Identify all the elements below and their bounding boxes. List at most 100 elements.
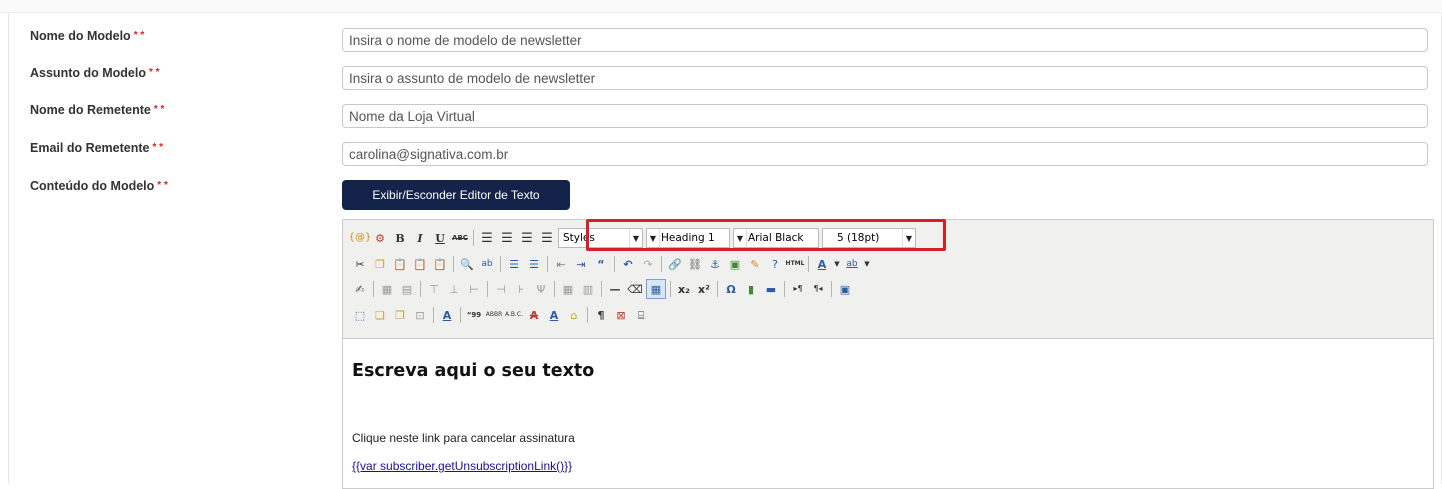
move-backward-icon[interactable]: ❐ xyxy=(391,306,409,324)
find-icon[interactable]: 🔍 xyxy=(458,255,476,273)
delete-row-icon[interactable]: ⊢ xyxy=(465,280,483,298)
align-right-icon[interactable]: ☰ xyxy=(518,229,536,247)
indent-icon[interactable]: ⇥ xyxy=(572,255,590,273)
separator xyxy=(808,256,809,272)
cut-icon[interactable]: ✂ xyxy=(351,255,369,273)
styles-dropdown[interactable]: Styles ▼ xyxy=(558,228,643,248)
insert-col-after-icon[interactable]: ⊦ xyxy=(512,280,530,298)
html-icon[interactable]: HTML xyxy=(786,255,805,273)
visual-aid-icon[interactable]: ▦ xyxy=(646,279,666,299)
unsubscribe-link[interactable]: {{var subscriber.getUnsubscriptionLink()… xyxy=(352,459,572,473)
required-marker: * * xyxy=(152,142,164,153)
cite-icon[interactable]: “99 xyxy=(465,306,483,324)
chevron-down-icon[interactable]: ▼ xyxy=(833,255,841,273)
table-icon[interactable]: ▦ xyxy=(378,280,396,298)
edit-icon[interactable]: ✍ xyxy=(351,280,369,298)
italic-icon[interactable]: I xyxy=(411,229,429,247)
advanced-hr-icon[interactable]: ▬ xyxy=(762,280,780,298)
abbr-icon[interactable]: ABBR xyxy=(485,306,503,324)
insert-layer-icon[interactable]: ⬚ xyxy=(351,306,369,324)
separator xyxy=(473,230,474,246)
editor-toolbar: {@} ⚙ B I U ABC ☰ ☰ ☰ ☰ Styles ▼ Heading … xyxy=(343,220,1433,339)
copy-icon[interactable]: ❐ xyxy=(371,255,389,273)
separator xyxy=(670,281,671,297)
strikethrough-icon[interactable]: ABC xyxy=(451,229,469,247)
toolbar-row-1: {@} ⚙ B I U ABC ☰ ☰ ☰ ☰ Styles ▼ Heading … xyxy=(349,227,919,249)
separator xyxy=(784,281,785,297)
label-sender-email: Email do Remetente * * xyxy=(30,141,164,155)
paste-text-icon[interactable]: 📋 xyxy=(411,255,429,273)
separator xyxy=(831,281,832,297)
required-marker: * * xyxy=(148,67,160,78)
remove-format-icon[interactable]: ⌫ xyxy=(626,280,644,298)
insert-col-before-icon[interactable]: ⊣ xyxy=(492,280,510,298)
delete-text-icon[interactable]: A xyxy=(525,306,543,324)
attributes-icon[interactable]: ⌂ xyxy=(565,306,583,324)
text-color-icon[interactable]: A xyxy=(813,255,831,273)
widget-icon[interactable]: ⚙ xyxy=(371,229,389,247)
background-color-icon[interactable]: ab xyxy=(843,255,861,273)
help-icon[interactable]: ? xyxy=(766,255,784,273)
absolute-icon[interactable]: ⊡ xyxy=(411,306,429,324)
separator xyxy=(587,307,588,323)
merge-cells-icon[interactable]: ▥ xyxy=(579,280,597,298)
content-paragraph: Clique neste link para cancelar assinatu… xyxy=(352,431,575,445)
bullet-list-icon[interactable]: ☰ xyxy=(505,255,523,273)
subscript-icon[interactable]: x₂ xyxy=(675,280,693,298)
blockquote-icon[interactable]: “ xyxy=(592,255,610,273)
paste-icon[interactable]: 📋 xyxy=(391,255,409,273)
media-icon[interactable]: ▮ xyxy=(742,280,760,298)
page-break-icon[interactable]: ⌸ xyxy=(632,306,650,324)
ltr-icon[interactable]: ▸¶ xyxy=(789,280,807,298)
paste-word-icon[interactable]: 📋 xyxy=(431,255,449,273)
replace-icon[interactable]: ab xyxy=(478,255,496,273)
font-family-dropdown[interactable]: Arial Black ▼ xyxy=(733,228,819,248)
unlink-icon[interactable]: ⛓ xyxy=(686,255,704,273)
required-marker: * * xyxy=(153,104,165,115)
template-name-input[interactable] xyxy=(342,28,1428,52)
label-template-subject: Assunto do Modelo * * xyxy=(30,66,160,80)
insert-row-after-icon[interactable]: ⊥ xyxy=(445,280,463,298)
chevron-down-icon: ▼ xyxy=(902,229,915,247)
separator xyxy=(500,256,501,272)
insert-text-icon[interactable]: A xyxy=(545,306,563,324)
insert-row-before-icon[interactable]: ⊤ xyxy=(425,280,443,298)
undo-icon[interactable]: ↶ xyxy=(619,255,637,273)
redo-icon[interactable]: ↷ xyxy=(639,255,657,273)
rtl-icon[interactable]: ¶◂ xyxy=(809,280,827,298)
superscript-icon[interactable]: x² xyxy=(695,280,713,298)
split-cells-icon[interactable]: ▦ xyxy=(559,280,577,298)
variable-icon[interactable]: {@} xyxy=(349,229,372,247)
image-icon[interactable]: ▣ xyxy=(726,255,744,273)
row-props-icon[interactable]: ▤ xyxy=(398,280,416,298)
align-center-icon[interactable]: ☰ xyxy=(498,229,516,247)
cleanup-icon[interactable]: ✎ xyxy=(746,255,764,273)
align-justify-icon[interactable]: ☰ xyxy=(538,229,556,247)
horizontal-rule-icon[interactable]: — xyxy=(606,280,624,298)
chevron-down-icon: ▼ xyxy=(647,229,660,247)
show-blocks-icon[interactable]: ¶ xyxy=(592,306,610,324)
outdent-icon[interactable]: ⇤ xyxy=(552,255,570,273)
align-left-icon[interactable]: ☰ xyxy=(478,229,496,247)
toolbar-row-3: ✍ ▦ ▤ ⊤ ⊥ ⊢ ⊣ ⊦ Ψ ▦ ▥ — ⌫ ▦ x₂ x² Ω ▮ ▬ xyxy=(351,278,856,300)
fullscreen-icon[interactable]: ▣ xyxy=(836,280,854,298)
sender-name-input[interactable] xyxy=(342,104,1428,128)
numbered-list-icon[interactable]: ☰ xyxy=(525,255,543,273)
sender-email-input[interactable] xyxy=(342,142,1428,166)
delete-col-icon[interactable]: Ψ xyxy=(532,280,550,298)
styles-props-icon[interactable]: A xyxy=(438,306,456,324)
format-dropdown[interactable]: Heading 1 ▼ xyxy=(646,228,730,248)
chevron-down-icon[interactable]: ▼ xyxy=(863,255,871,273)
underline-icon[interactable]: U xyxy=(431,229,449,247)
move-forward-icon[interactable]: ❏ xyxy=(371,306,389,324)
acronym-icon[interactable]: A.B.C. xyxy=(505,306,523,324)
font-size-dropdown[interactable]: 5 (18pt) ▼ xyxy=(822,228,916,248)
bold-icon[interactable]: B xyxy=(391,229,409,247)
anchor-icon[interactable]: ⚓ xyxy=(706,255,724,273)
special-char-icon[interactable]: Ω xyxy=(722,280,740,298)
label-sender-name: Nome do Remetente * * xyxy=(30,103,165,117)
toggle-editor-button[interactable]: Exibir/Esconder Editor de Texto xyxy=(342,180,570,210)
template-subject-input[interactable] xyxy=(342,66,1428,90)
link-icon[interactable]: 🔗 xyxy=(666,255,684,273)
non-breaking-icon[interactable]: ⊠ xyxy=(612,306,630,324)
